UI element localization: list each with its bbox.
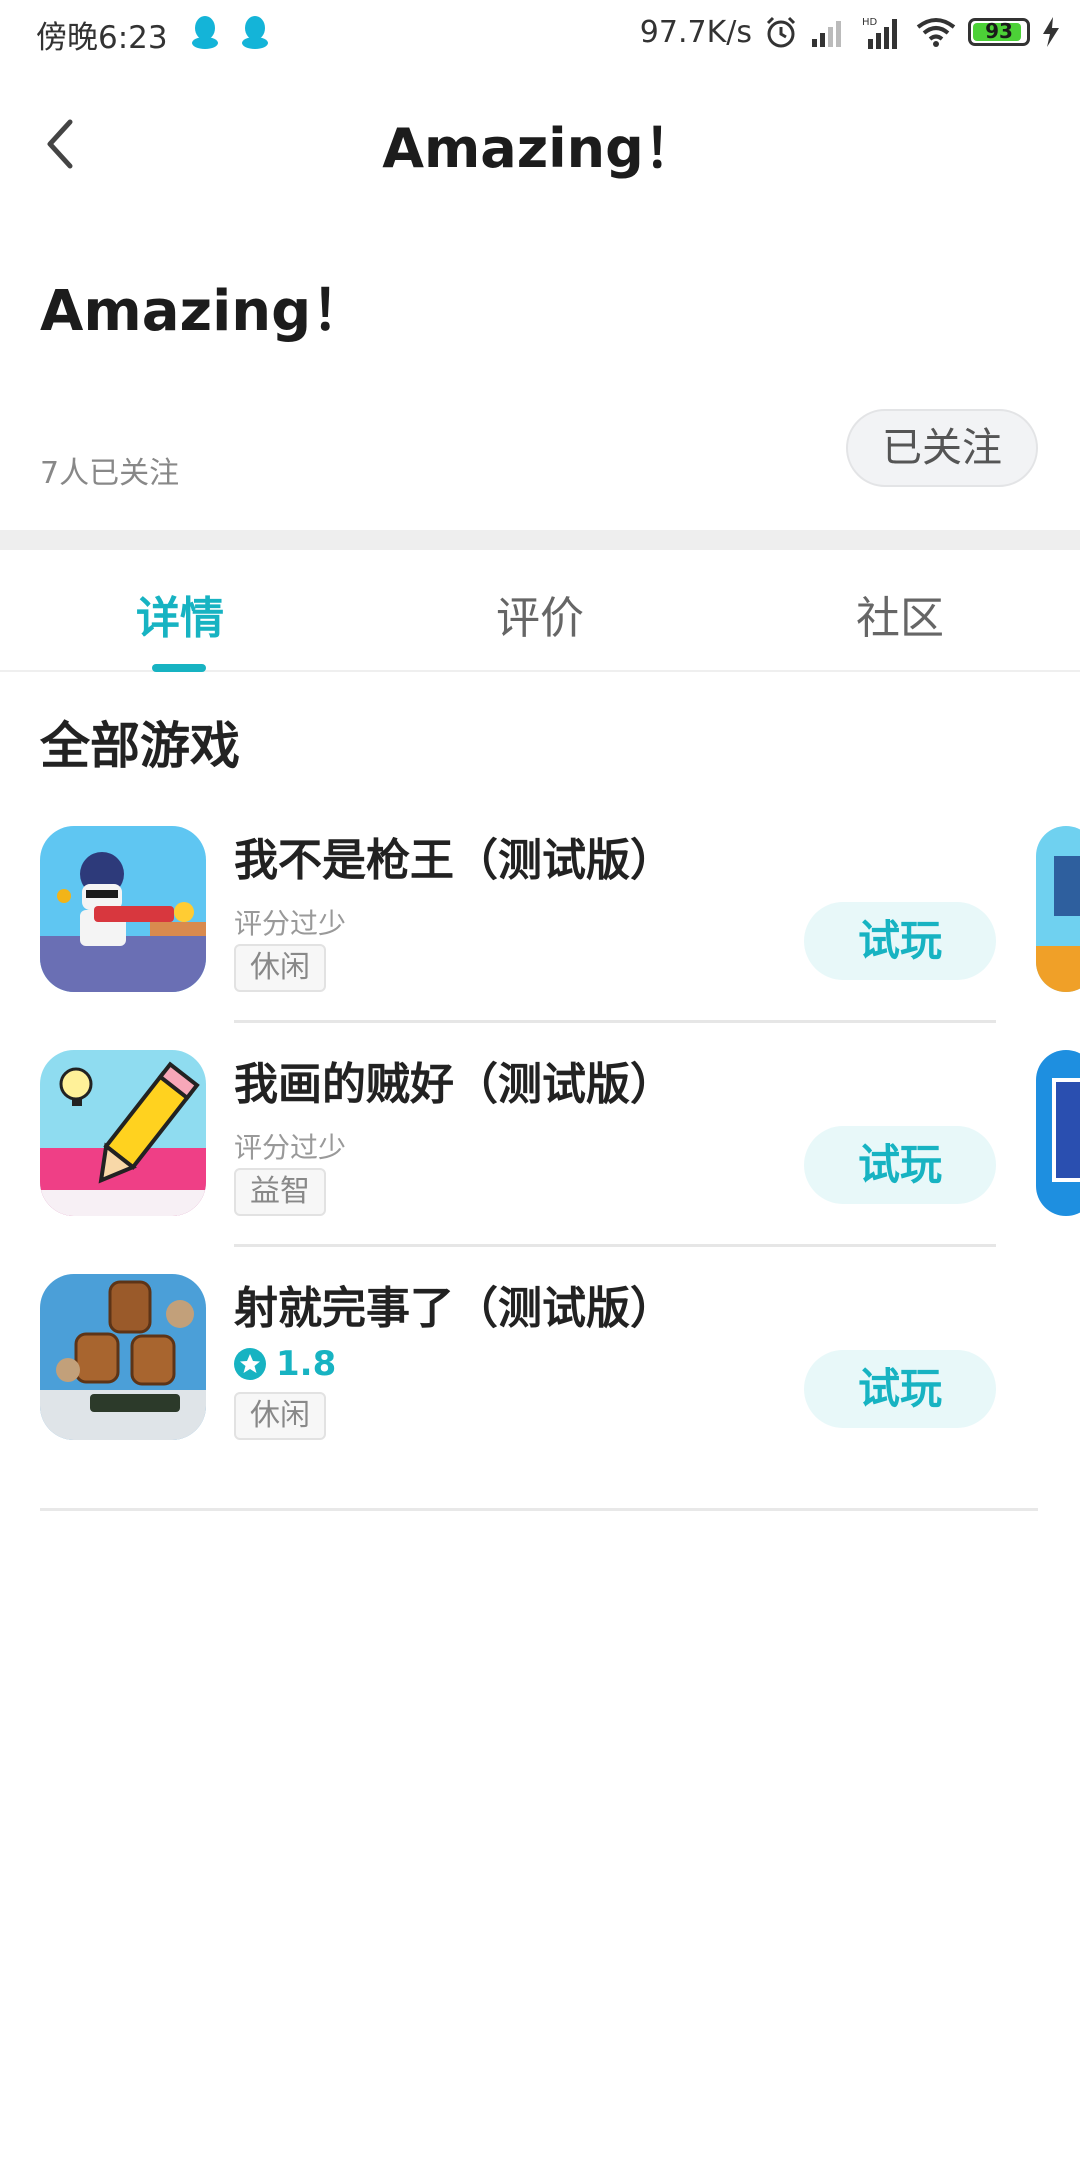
tab-details[interactable]: 详情 [100, 582, 260, 646]
game-icon-drawing [40, 1050, 206, 1216]
game-icon-barrels [40, 1274, 206, 1440]
status-right-group: 97.7K/s HD 93 [640, 10, 1060, 54]
game-icon-shooter [40, 826, 206, 992]
try-play-button[interactable]: 试玩 [804, 1126, 996, 1204]
status-time: 傍晚6:23 [36, 20, 168, 56]
nav-title: Amazing！ [382, 117, 698, 180]
tab-bar: 详情 评价 社区 [0, 552, 1080, 672]
battery-level: 93 [985, 19, 1013, 43]
game-tag: 休闲 [234, 1392, 326, 1440]
wifi-icon [916, 18, 956, 47]
status-bar: 傍晚6:23 97.7K/s HD 93 [0, 0, 1080, 66]
rating-text: 评分过少 [234, 907, 347, 940]
try-play-button[interactable]: 试玩 [804, 1350, 996, 1428]
tab-community[interactable]: 社区 [820, 582, 980, 646]
list-item[interactable]: 射就完事了（测试版） 1.8 休闲 试玩 [0, 1274, 1080, 1498]
game-name: 射就完事了（测试版） [234, 1283, 674, 1334]
charging-icon [1043, 17, 1059, 47]
follow-button[interactable]: 已关注 [846, 409, 1038, 487]
section-divider [0, 530, 1080, 550]
next-card-preview[interactable] [1036, 1050, 1080, 1216]
battery-icon: 93 [968, 18, 1030, 46]
row-divider [234, 1244, 996, 1247]
follower-count: 7人已关注 [40, 456, 180, 491]
section-title: 全部游戏 [40, 717, 240, 775]
rating-value: 1.8 [276, 1344, 337, 1384]
active-tab-indicator [152, 664, 206, 672]
star-icon [234, 1348, 266, 1380]
list-item[interactable]: 我不是枪王（测试版） 评分过少 休闲 试玩 [0, 826, 1080, 1050]
signal-icon [812, 21, 841, 47]
svg-text:HD: HD [862, 17, 878, 28]
qq-notification-icon [242, 16, 268, 49]
game-rating: 1.8 [234, 1344, 336, 1384]
hd-signal-icon: HD [862, 17, 897, 49]
list-end-divider [40, 1508, 1038, 1511]
network-speed: 97.7K/s [639, 14, 752, 50]
alarm-icon [766, 16, 796, 48]
qq-notification-icon [192, 16, 218, 49]
game-tag: 休闲 [234, 944, 326, 992]
rating-text: 评分过少 [234, 1131, 347, 1164]
next-card-preview[interactable] [1036, 826, 1080, 992]
list-item[interactable]: 我画的贼好（测试版） 评分过少 益智 试玩 [0, 1050, 1080, 1274]
tab-reviews[interactable]: 评价 [460, 582, 620, 646]
row-divider [234, 1020, 996, 1023]
try-play-button[interactable]: 试玩 [804, 902, 996, 980]
page-title: Amazing！ [40, 279, 368, 344]
game-tag: 益智 [234, 1168, 326, 1216]
game-name: 我不是枪王（测试版） [234, 835, 674, 886]
game-name: 我画的贼好（测试版） [234, 1059, 674, 1110]
